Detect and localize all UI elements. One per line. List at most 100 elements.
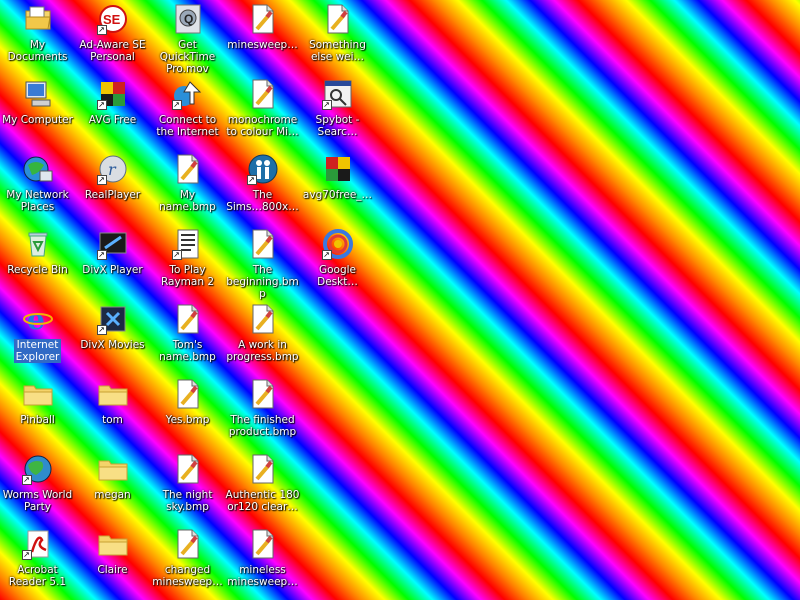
bitmap-file-icon — [247, 3, 279, 35]
desktop-icon[interactable]: Yes.bmp — [150, 375, 225, 450]
desktop-icon[interactable]: ↗ Acrobat Reader 5.1 — [0, 525, 75, 600]
my-computer-icon — [22, 78, 54, 110]
desktop-icon-label: megan — [94, 489, 131, 501]
bitmap-file-icon — [322, 3, 354, 35]
desktop-icon[interactable]: Tom's name.bmp — [150, 300, 225, 375]
bitmap-file-icon — [247, 378, 279, 410]
desktop-icon-label: The finished product.bmp — [228, 414, 297, 438]
desktop-icon[interactable]: Authentic 180 or120 clear… — [225, 450, 300, 525]
desktop-icon-label: Pinball — [20, 414, 55, 426]
desktop-icon-label: Recycle Bin — [7, 264, 68, 276]
shortcut-arrow-icon: ↗ — [21, 475, 32, 485]
desktop-icon[interactable]: avg70free_… — [300, 150, 375, 225]
desktop-icon[interactable]: e Internet Explorer — [0, 300, 75, 375]
desktop-icon-label: AVG Free — [88, 114, 137, 126]
desktop-icon[interactable]: Q Get QuickTime Pro.mov — [150, 0, 225, 75]
desktop-icon-label: Google Deskt… — [317, 264, 358, 288]
desktop-icon-label: A work in progress.bmp — [226, 339, 299, 363]
desktop-icon[interactable]: Recycle Bin — [0, 225, 75, 300]
desktop-icon-label: My name.bmp — [159, 189, 216, 213]
text-file-icon: ↗ — [171, 228, 204, 260]
desktop-icon[interactable]: changed minesweep… — [150, 525, 225, 600]
my-documents-icon — [22, 3, 54, 35]
desktop-icon[interactable]: ↗ To Play Rayman 2 — [150, 225, 225, 300]
desktop-icon[interactable]: ↗ Worms World Party — [0, 450, 75, 525]
desktop-icon-label: RealPlayer — [84, 189, 141, 201]
desktop-icon[interactable]: ↗ Connect to the Internet — [150, 75, 225, 150]
desktop-icon-label: DivX Player — [82, 264, 143, 276]
realplayer-icon: r ↗ — [96, 153, 129, 185]
desktop-icon[interactable]: My Network Places — [0, 150, 75, 225]
desktop-icon[interactable]: ↗ AVG Free — [75, 75, 150, 150]
desktop-icon[interactable]: A work in progress.bmp — [225, 300, 300, 375]
shortcut-arrow-icon: ↗ — [96, 325, 107, 335]
svg-text:e: e — [27, 303, 45, 335]
bitmap-file-icon — [247, 303, 279, 335]
desktop-icon[interactable]: mineless minesweep… — [225, 525, 300, 600]
shortcut-arrow-icon: ↗ — [96, 175, 107, 185]
desktop-icon-label: Internet Explorer — [13, 339, 62, 363]
connect-internet-icon: ↗ — [171, 78, 204, 110]
shortcut-arrow-icon: ↗ — [321, 250, 332, 260]
desktop-icon[interactable]: ↗ DivX Movies — [75, 300, 150, 375]
shortcut-arrow-icon: ↗ — [171, 100, 182, 110]
folder-icon — [97, 378, 129, 410]
desktop-icon-label: mineless minesweep… — [227, 564, 298, 588]
desktop-icon-label: The beginning.bmp — [226, 264, 299, 300]
svg-text:Q: Q — [184, 12, 193, 26]
sims-icon: ↗ — [246, 153, 279, 185]
shortcut-arrow-icon: ↗ — [21, 550, 32, 560]
network-places-icon — [22, 153, 54, 185]
ad-aware-icon: SE ↗ — [96, 3, 129, 35]
desktop-icon[interactable]: r ↗ RealPlayer — [75, 150, 150, 225]
desktop-icon[interactable]: The beginning.bmp — [225, 225, 300, 300]
desktop-icon[interactable]: Something else wei… — [300, 0, 375, 75]
desktop-icon-label: Connect to the Internet — [156, 114, 219, 138]
bitmap-file-icon — [247, 78, 279, 110]
desktop-icon-label: To Play Rayman 2 — [160, 264, 215, 288]
desktop-icon-label: Something else wei… — [309, 39, 366, 63]
desktop-icon-label: My Documents — [7, 39, 68, 63]
desktop-icon-label: The night sky.bmp — [162, 489, 213, 513]
bitmap-file-icon — [247, 228, 279, 260]
desktop-icon-label: The Sims…800x… — [226, 189, 299, 213]
acrobat-reader-icon: ↗ — [21, 528, 54, 560]
desktop-icon[interactable]: My name.bmp — [150, 150, 225, 225]
desktop-icon[interactable]: ↗ Spybot - Searc… — [300, 75, 375, 150]
desktop-icon[interactable]: Claire — [75, 525, 150, 600]
desktop-icon-label: Spybot - Searc… — [315, 114, 360, 138]
folder-icon — [97, 528, 129, 560]
desktop-icon-label: My Network Places — [6, 189, 69, 213]
divx-player-icon: ↗ — [96, 228, 129, 260]
bitmap-file-icon — [172, 453, 204, 485]
desktop-icon[interactable]: minesweep… — [225, 0, 300, 75]
bitmap-file-icon — [172, 303, 204, 335]
internet-explorer-icon: e — [22, 303, 54, 335]
shortcut-arrow-icon: ↗ — [96, 25, 107, 35]
desktop-icon[interactable]: megan — [75, 450, 150, 525]
desktop-icon-label: changed minesweep… — [152, 564, 223, 588]
desktop-icon-label: tom — [102, 414, 123, 426]
desktop-icon[interactable]: The finished product.bmp — [225, 375, 300, 450]
desktop-icon-label: My Computer — [2, 114, 73, 126]
desktop-icon[interactable]: ↗ DivX Player — [75, 225, 150, 300]
desktop-icon[interactable]: ↗ The Sims…800x… — [225, 150, 300, 225]
desktop-icon-label: minesweep… — [227, 39, 298, 51]
desktop-icon[interactable]: monochrome to colour Mi… — [225, 75, 300, 150]
desktop-icon-label: Authentic 180 or120 clear… — [225, 489, 300, 513]
desktop-icon-label: Tom's name.bmp — [159, 339, 216, 363]
desktop-icon[interactable]: tom — [75, 375, 150, 450]
shortcut-arrow-icon: ↗ — [96, 250, 107, 260]
desktop-icon[interactable]: My Computer — [0, 75, 75, 150]
svg-text:r: r — [108, 160, 117, 179]
desktop-icon-label: Ad-Aware SE Personal — [79, 39, 146, 63]
desktop-icon[interactable]: ↗ Google Deskt… — [300, 225, 375, 300]
quicktime-icon: Q — [172, 3, 204, 35]
desktop-icon[interactable]: The night sky.bmp — [150, 450, 225, 525]
shortcut-arrow-icon: ↗ — [96, 100, 107, 110]
desktop-icon[interactable]: My Documents — [0, 0, 75, 75]
desktop-icon-label: avg70free_… — [302, 189, 373, 201]
desktop-icon[interactable]: SE ↗ Ad-Aware SE Personal — [75, 0, 150, 75]
worms-globe-icon: ↗ — [21, 453, 54, 485]
desktop-icon[interactable]: Pinball — [0, 375, 75, 450]
